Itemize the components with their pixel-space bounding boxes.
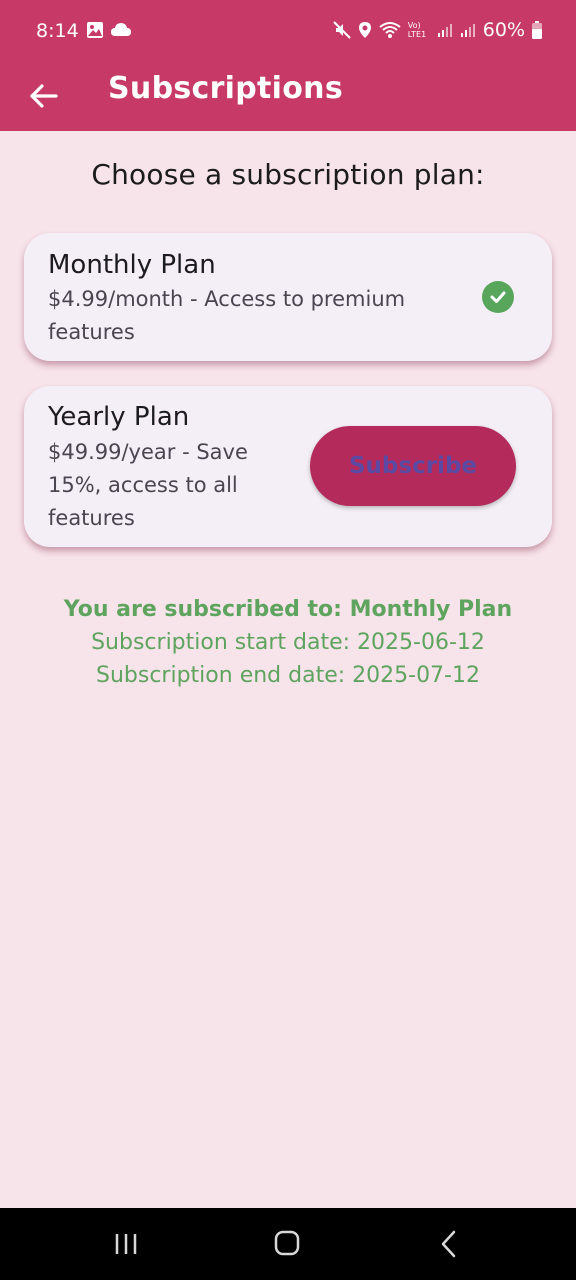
signal-icon [460,24,475,37]
status-time: 8:14 [36,20,79,42]
image-icon [87,22,103,38]
wifi-icon [379,22,401,38]
status-bar: 8:14 Vo) LTE1 60% [0,0,576,64]
location-icon [358,22,371,38]
recent-apps-button[interactable] [106,1226,146,1262]
app-bar: Subscriptions [0,64,576,131]
signal-icon [437,24,452,37]
mute-icon [333,21,351,39]
end-date-text: Subscription end date: 2025-07-12 [96,663,480,688]
home-button[interactable] [267,1226,307,1262]
section-heading: Choose a subscription plan: [91,158,485,191]
plan-description: $49.99/year - Save 15%, access to all fe… [48,440,248,530]
subscribed-plan-text: You are subscribed to: Monthly Plan [63,597,513,622]
recent-apps-icon [115,1234,137,1254]
back-button[interactable] [26,78,62,114]
back-nav-button[interactable] [428,1226,468,1262]
system-nav-bar [0,1208,576,1280]
plan-card-yearly[interactable]: Yearly Plan $49.99/year - Save 15%, acce… [24,386,552,547]
plan-title: Monthly Plan [48,250,216,280]
home-icon [274,1230,300,1256]
page-title: Subscriptions [108,71,343,106]
cloud-icon [111,23,131,36]
plan-title: Yearly Plan [48,402,190,432]
network-label: Vo) LTE1 [407,21,427,39]
plan-description: $4.99/month - Access to premium features [48,287,406,344]
check-circle-icon [482,281,514,313]
battery-icon [532,21,542,39]
start-date-text: Subscription start date: 2025-06-12 [91,630,485,655]
plan-card-monthly[interactable]: Monthly Plan $4.99/month - Access to pre… [24,233,552,361]
chevron-left-icon [441,1230,456,1258]
arrow-left-icon [30,84,58,108]
subscribe-button[interactable]: Subscribe [310,426,516,506]
battery-percent: 60% [482,19,525,41]
